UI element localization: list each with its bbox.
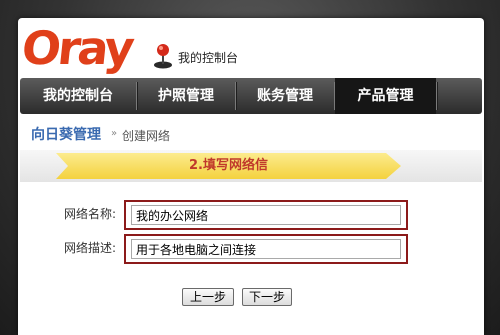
nav-item-products[interactable]: 产品管理 (335, 78, 436, 114)
network-desc-input[interactable] (131, 239, 401, 259)
nav-item-billing[interactable]: 账务管理 (236, 78, 334, 114)
nav-divider (436, 82, 437, 110)
breadcrumb-current: 创建网络 (122, 129, 171, 143)
step-title: 2.填写网络信 (189, 158, 268, 173)
oray-logo[interactable]: Oray (19, 20, 134, 76)
nav-item-console[interactable]: 我的控制台 (20, 78, 136, 114)
main-nav: 我的控制台 护照管理 账务管理 产品管理 (20, 78, 482, 114)
main-panel: Oray 我的控制台 我的控制台 护照管理 账务管理 产品管理 向日葵管理 » … (18, 18, 484, 335)
network-name-label: 网络名称: (64, 207, 117, 221)
breadcrumb-separator: » (111, 128, 118, 139)
network-name-input[interactable] (131, 205, 401, 225)
next-step-button[interactable]: 下一步 (242, 288, 292, 306)
breadcrumb-section-link[interactable]: 向日葵管理 (31, 126, 101, 144)
joystick-icon (154, 44, 172, 69)
console-title: 我的控制台 (178, 51, 239, 65)
nav-item-passport[interactable]: 护照管理 (137, 78, 235, 114)
network-desc-label: 网络描述: (64, 241, 117, 255)
previous-step-button[interactable]: 上一步 (182, 288, 234, 306)
network-desc-highlight (124, 234, 408, 264)
network-name-highlight (124, 200, 408, 230)
